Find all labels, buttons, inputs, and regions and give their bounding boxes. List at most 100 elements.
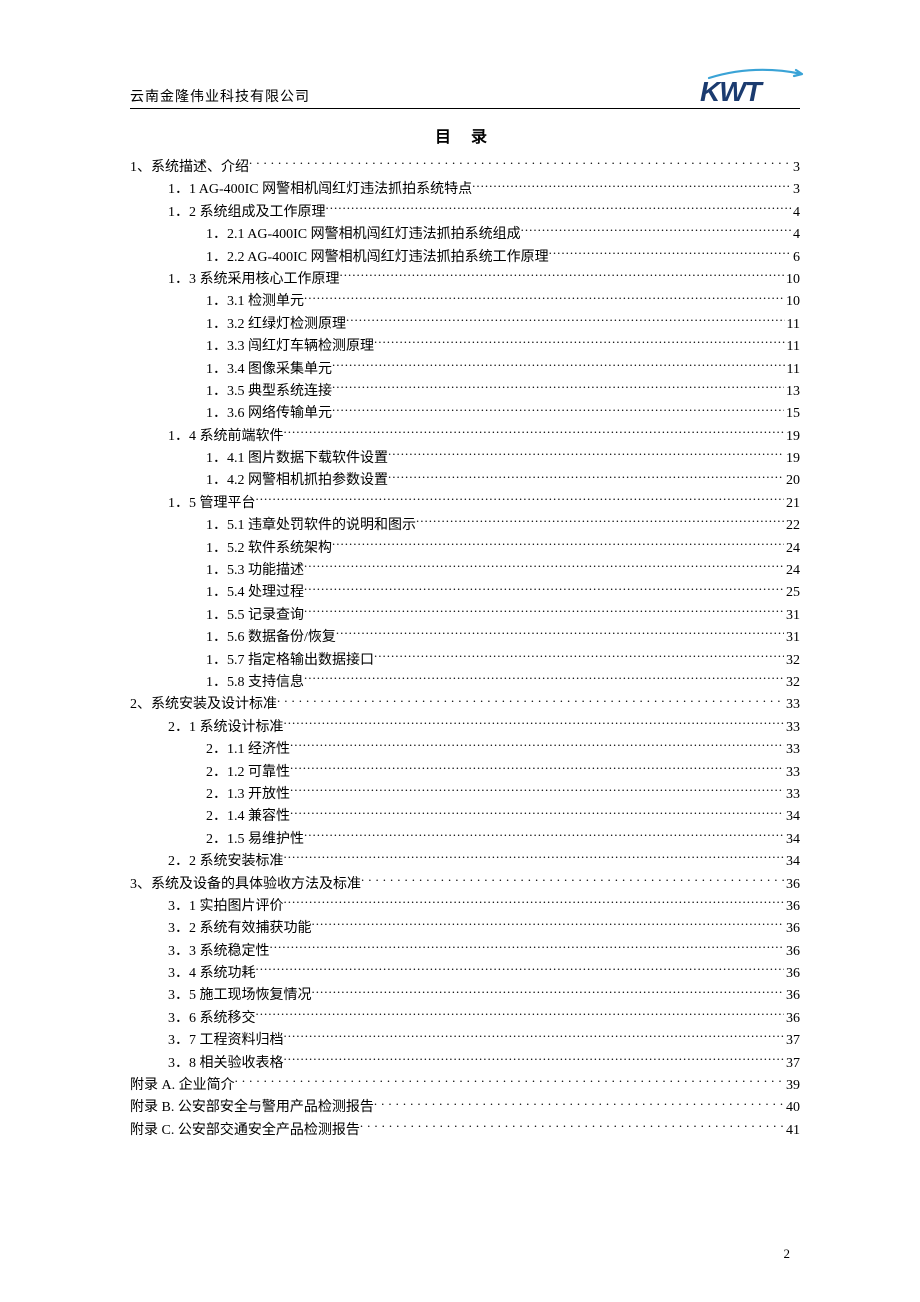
- toc-entry-page: 36: [784, 985, 800, 1007]
- toc-entry-label: 1．5.1 违章处罚软件的说明和图示: [206, 515, 416, 537]
- toc-entry[interactable]: 1．3.5 典型系统连接13: [206, 381, 800, 403]
- toc-leader-dots: [340, 269, 785, 283]
- toc-entry-label: 2．1 系统设计标准: [168, 717, 284, 739]
- toc-leader-dots: [374, 1097, 784, 1111]
- toc-entry-label: 1．3 系统采用核心工作原理: [168, 269, 340, 291]
- toc-leader-dots: [332, 359, 785, 373]
- document-page: 云南金隆伟业科技有限公司 KWT 目 录 1、系统描述、介绍31．1 AG-40…: [0, 0, 920, 1142]
- toc-entry[interactable]: 2．1.1 经济性33: [206, 739, 800, 761]
- toc-entry[interactable]: 3、系统及设备的具体验收方法及标准 36: [130, 874, 800, 896]
- toc-leader-dots: [332, 403, 784, 417]
- toc-entry[interactable]: 1．1 AG-400IC 网警相机闯红灯违法抓拍系统特点3: [168, 179, 800, 201]
- toc-entry-label: 2、系统安装及设计标准: [130, 694, 277, 716]
- toc-entry[interactable]: 2．2 系统安装标准34: [168, 851, 800, 873]
- toc-entry-label: 2．1.2 可靠性: [206, 762, 290, 784]
- toc-entry[interactable]: 2、系统安装及设计标准 33: [130, 694, 800, 716]
- toc-entry[interactable]: 1．4.2 网警相机抓拍参数设置20: [206, 470, 800, 492]
- toc-entry[interactable]: 2．1.4 兼容性34: [206, 806, 800, 828]
- toc-entry[interactable]: 1．5 管理平台21: [168, 493, 800, 515]
- toc-entry[interactable]: 1．5.6 数据备份/恢复31: [206, 627, 800, 649]
- toc-entry-label: 3．2 系统有效捕获功能: [168, 918, 312, 940]
- toc-entry[interactable]: 附录 A. 企业简介39: [130, 1075, 800, 1097]
- toc-entry-page: 34: [784, 851, 800, 873]
- toc-entry[interactable]: 附录 B. 公安部安全与警用产品检测报告40: [130, 1097, 800, 1119]
- toc-leader-dots: [472, 179, 791, 193]
- toc-leader-dots: [284, 1053, 785, 1067]
- toc-entry[interactable]: 1．2.2 AG-400IC 网警相机闯红灯违法抓拍系统工作原理6: [206, 247, 800, 269]
- toc-leader-dots: [549, 247, 791, 261]
- toc-leader-dots: [304, 560, 784, 574]
- toc-entry[interactable]: 3．1 实拍图片评价36: [168, 896, 800, 918]
- toc-entry[interactable]: 1、系统描述、介绍3: [130, 157, 800, 179]
- toc-leader-dots: [290, 784, 784, 798]
- toc-entry[interactable]: 1．3.4 图像采集单元 11: [206, 359, 800, 381]
- toc-entry[interactable]: 3．7 工程资料归档37: [168, 1030, 800, 1052]
- toc-entry[interactable]: 1．5.3 功能描述24: [206, 560, 800, 582]
- toc-leader-dots: [284, 426, 785, 440]
- toc-entry-label: 3．3 系统稳定性: [168, 941, 270, 963]
- toc-entry[interactable]: 3．6 系统移交36: [168, 1008, 800, 1030]
- toc-entry[interactable]: 1．3 系统采用核心工作原理10: [168, 269, 800, 291]
- toc-entry[interactable]: 3．2 系统有效捕获功能36: [168, 918, 800, 940]
- toc-entry-page: 32: [784, 672, 800, 694]
- toc-entry[interactable]: 1．2 系统组成及工作原理4: [168, 202, 800, 224]
- toc-entry-label: 1．5.5 记录查询: [206, 605, 304, 627]
- toc-leader-dots: [374, 336, 785, 350]
- toc-entry-label: 3．5 施工现场恢复情况: [168, 985, 312, 1007]
- toc-entry[interactable]: 2．1.5 易维护性34: [206, 829, 800, 851]
- toc-entry[interactable]: 3．8 相关验收表格37: [168, 1053, 800, 1075]
- toc-entry[interactable]: 1．2.1 AG-400IC 网警相机闯红灯违法抓拍系统组成4: [206, 224, 800, 246]
- toc-entry-page: 32: [784, 650, 800, 672]
- toc-entry-page: 24: [784, 538, 800, 560]
- toc-entry[interactable]: 1．3.1 检测单元10: [206, 291, 800, 313]
- toc-entry[interactable]: 1．4 系统前端软件19: [168, 426, 800, 448]
- toc-entry-label: 1．2.1 AG-400IC 网警相机闯红灯违法抓拍系统组成: [206, 224, 521, 246]
- toc-entry[interactable]: 1．5.1 违章处罚软件的说明和图示22: [206, 515, 800, 537]
- toc-entry[interactable]: 1．5.2 软件系统架构24: [206, 538, 800, 560]
- toc-entry[interactable]: 附录 C. 公安部交通安全产品检测报告41: [130, 1120, 800, 1142]
- toc-entry-page: 11: [785, 359, 800, 381]
- toc-leader-dots: [249, 157, 791, 171]
- toc-leader-dots: [284, 896, 785, 910]
- toc-entry[interactable]: 2．1.3 开放性33: [206, 784, 800, 806]
- toc-entry[interactable]: 3．4 系统功耗36: [168, 963, 800, 985]
- toc-leader-dots: [256, 1008, 785, 1022]
- toc-leader-dots: [304, 291, 784, 305]
- toc-entry-label: 1．2.2 AG-400IC 网警相机闯红灯违法抓拍系统工作原理: [206, 247, 549, 269]
- page-number: 2: [784, 1246, 791, 1262]
- toc-entry-label: 1．1 AG-400IC 网警相机闯红灯违法抓拍系统特点: [168, 179, 472, 201]
- toc-entry-label: 1．3.4 图像采集单元: [206, 359, 332, 381]
- toc-entry-page: 31: [784, 627, 800, 649]
- toc-entry-page: 36: [784, 874, 800, 896]
- toc-entry-label: 1．5.3 功能描述: [206, 560, 304, 582]
- toc-entry-page: 11: [785, 336, 800, 358]
- toc-entry-page: 4: [791, 202, 800, 224]
- toc-entry[interactable]: 1．3.6 网络传输单元15: [206, 403, 800, 425]
- toc-leader-dots: [416, 515, 784, 529]
- toc-entry-label: 附录 C. 公安部交通安全产品检测报告: [130, 1120, 360, 1142]
- toc-entry[interactable]: 1．5.4 处理过程25: [206, 582, 800, 604]
- toc-entry-page: 10: [784, 291, 800, 313]
- toc-entry[interactable]: 1．5.7 指定格输出数据接口32: [206, 650, 800, 672]
- toc-leader-dots: [374, 650, 784, 664]
- toc-entry[interactable]: 3．5 施工现场恢复情况 36: [168, 985, 800, 1007]
- toc-entry[interactable]: 1．5.8 支持信息32: [206, 672, 800, 694]
- toc-entry-label: 3、系统及设备的具体验收方法及标准: [130, 874, 361, 896]
- toc-entry-page: 31: [784, 605, 800, 627]
- toc-entry[interactable]: 2．1 系统设计标准33: [168, 717, 800, 739]
- toc-entry[interactable]: 1．5.5 记录查询 31: [206, 605, 800, 627]
- toc-leader-dots: [346, 314, 785, 328]
- toc-entry[interactable]: 1．3.3 闯红灯车辆检测原理11: [206, 336, 800, 358]
- toc-entry-page: 33: [784, 694, 800, 716]
- toc-entry-page: 36: [784, 1008, 800, 1030]
- toc-entry[interactable]: 2．1.2 可靠性33: [206, 762, 800, 784]
- toc-entry-label: 1．4 系统前端软件: [168, 426, 284, 448]
- toc-entry-label: 1．3.6 网络传输单元: [206, 403, 332, 425]
- toc-entry-page: 19: [784, 448, 800, 470]
- toc-entry[interactable]: 1．3.2 红绿灯检测原理11: [206, 314, 800, 336]
- toc-entry[interactable]: 3．3 系统稳定性36: [168, 941, 800, 963]
- toc-leader-dots: [235, 1075, 784, 1089]
- toc-leader-dots: [270, 941, 785, 955]
- toc-entry[interactable]: 1．4.1 图片数据下载软件设置19: [206, 448, 800, 470]
- toc-entry-page: 21: [784, 493, 800, 515]
